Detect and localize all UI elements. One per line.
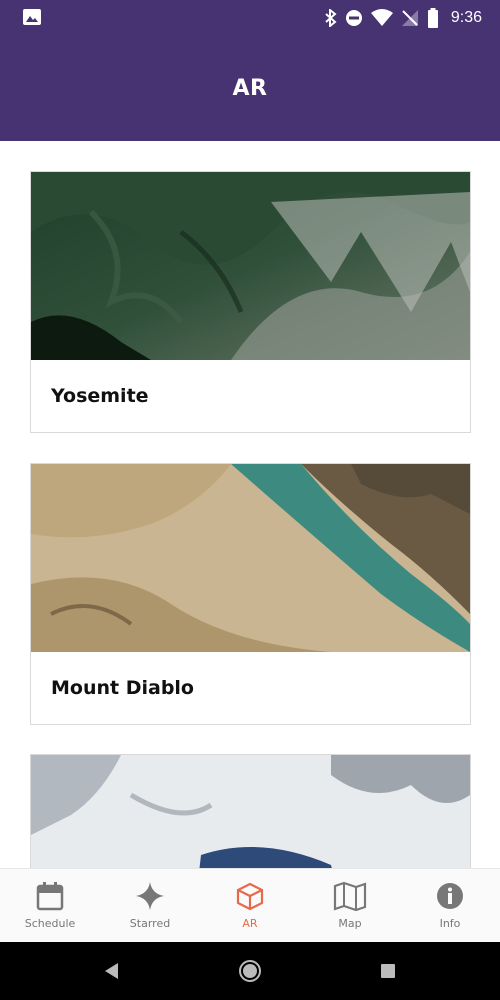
no-signal-icon — [401, 10, 418, 26]
info-icon — [437, 883, 463, 909]
recents-button-icon[interactable] — [380, 963, 396, 979]
map-icon — [333, 881, 367, 911]
home-button-icon[interactable] — [237, 958, 263, 984]
nav-item-map[interactable]: Map — [300, 869, 400, 943]
image-icon — [23, 9, 41, 25]
yosemite-aerial-image — [31, 172, 470, 360]
nav-item-starred[interactable]: Starred — [100, 869, 200, 943]
system-navigation-bar — [0, 942, 500, 1000]
nav-label: Map — [338, 917, 362, 930]
back-button-icon[interactable] — [101, 959, 121, 983]
wifi-icon — [370, 9, 393, 26]
ar-cube-icon — [236, 882, 264, 911]
page-title: AR — [232, 76, 268, 101]
nav-item-schedule[interactable]: Schedule — [0, 869, 100, 943]
location-card-third[interactable] — [30, 754, 471, 868]
nav-item-ar[interactable]: AR — [200, 869, 300, 943]
mount-diablo-aerial-image — [31, 464, 470, 652]
snowy-mountain-aerial-image — [31, 755, 470, 868]
bottom-navigation: Schedule Starred AR Map Info — [0, 868, 500, 943]
nav-item-info[interactable]: Info — [400, 869, 500, 943]
status-bar: 9:36 — [0, 0, 500, 36]
bluetooth-icon — [325, 9, 337, 27]
star-icon — [136, 882, 164, 910]
location-card-title: Mount Diablo — [51, 677, 194, 699]
app-bar: AR — [0, 36, 500, 141]
location-card-mount-diablo[interactable]: Mount Diablo — [30, 463, 471, 725]
nav-label: Schedule — [24, 917, 76, 930]
nav-label: Starred — [129, 917, 171, 930]
location-card-title: Yosemite — [51, 385, 149, 407]
status-time: 9:36 — [450, 9, 482, 26]
nav-label: Info — [439, 917, 461, 930]
nav-label: AR — [242, 917, 258, 930]
do-not-disturb-icon — [345, 10, 362, 26]
location-card-yosemite[interactable]: Yosemite — [30, 171, 471, 433]
battery-icon — [427, 8, 438, 28]
calendar-icon — [36, 882, 64, 911]
ar-location-list[interactable]: Yosemite Mount Diablo — [0, 141, 500, 868]
